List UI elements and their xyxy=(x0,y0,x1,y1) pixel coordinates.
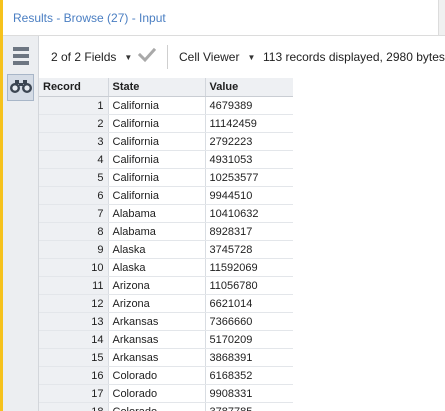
column-header-record[interactable]: Record xyxy=(39,78,109,97)
sidebar-browse-button[interactable] xyxy=(7,74,34,101)
column-header-value[interactable]: Value xyxy=(205,78,293,97)
state-cell[interactable]: California xyxy=(108,168,206,187)
record-cell[interactable]: 8 xyxy=(39,222,109,241)
value-cell[interactable]: 11592069 xyxy=(205,258,293,277)
state-cell[interactable]: Arkansas xyxy=(108,312,206,331)
chevron-down-icon: ▼ xyxy=(124,53,133,62)
table-row[interactable]: 6 California 9944510 xyxy=(39,186,293,205)
results-window-title-bar: Results - Browse (27) - Input xyxy=(3,0,445,36)
state-cell[interactable]: Alabama xyxy=(108,222,206,241)
column-header-state[interactable]: State xyxy=(108,78,206,97)
binoculars-icon xyxy=(9,78,33,97)
value-cell[interactable]: 5170209 xyxy=(205,330,293,349)
record-cell[interactable]: 17 xyxy=(39,384,109,403)
results-toolbar: 2 of 2 Fields ▼ Cell Viewer ▼ 113 records … xyxy=(39,36,445,79)
list-icon xyxy=(12,46,30,69)
state-cell[interactable]: Arizona xyxy=(108,276,206,295)
record-cell[interactable]: 16 xyxy=(39,366,109,385)
table-row[interactable]: 8 Alabama 8928317 xyxy=(39,222,293,241)
state-cell[interactable]: California xyxy=(108,150,206,169)
state-cell[interactable]: Alabama xyxy=(108,204,206,223)
checkmark-icon xyxy=(137,47,157,66)
table-row[interactable]: 12 Arizona 6621014 xyxy=(39,294,293,313)
record-cell[interactable]: 1 xyxy=(39,96,109,115)
value-cell[interactable]: 2792223 xyxy=(205,132,293,151)
value-cell[interactable]: 6168352 xyxy=(205,366,293,385)
value-cell[interactable]: 11142459 xyxy=(205,114,293,133)
table-header-row: Record State Value xyxy=(39,78,293,97)
record-cell[interactable]: 9 xyxy=(39,240,109,259)
table-row[interactable]: 1 California 4679389 xyxy=(39,96,293,115)
table-row[interactable]: 16 Colorado 6168352 xyxy=(39,366,293,385)
state-cell[interactable]: Colorado xyxy=(108,384,206,403)
sidebar-list-view-button[interactable] xyxy=(7,44,34,71)
table-row[interactable]: 11 Arizona 11056780 xyxy=(39,276,293,295)
window-title: Results - Browse (27) - Input xyxy=(13,11,166,25)
value-cell[interactable]: 6621014 xyxy=(205,294,293,313)
fields-dropdown-label: 2 of 2 Fields xyxy=(51,50,117,64)
records-status: 113 records displayed, 2980 bytes xyxy=(263,50,445,64)
table-row[interactable]: 7 Alabama 10410632 xyxy=(39,204,293,223)
record-cell[interactable]: 18 xyxy=(39,402,109,411)
table-row[interactable]: 15 Arkansas 3868391 xyxy=(39,348,293,367)
state-cell[interactable]: Alaska xyxy=(108,240,206,259)
results-table: Record State Value 1 California 4679389 2 Ca… xyxy=(39,78,293,411)
table-row[interactable]: 3 California 2792223 xyxy=(39,132,293,151)
record-cell[interactable]: 11 xyxy=(39,276,109,295)
results-grid: Record State Value 1 California 4679389 2 Ca… xyxy=(39,78,293,411)
table-row[interactable]: 5 California 10253577 xyxy=(39,168,293,187)
record-cell[interactable]: 12 xyxy=(39,294,109,313)
record-cell[interactable]: 4 xyxy=(39,150,109,169)
record-cell[interactable]: 3 xyxy=(39,132,109,151)
record-cell[interactable]: 2 xyxy=(39,114,109,133)
chevron-down-icon: ▼ xyxy=(247,53,256,62)
value-cell[interactable]: 9944510 xyxy=(205,186,293,205)
value-cell[interactable]: 8928317 xyxy=(205,222,293,241)
record-cell[interactable]: 6 xyxy=(39,186,109,205)
value-cell[interactable]: 11056780 xyxy=(205,276,293,295)
value-cell[interactable]: 3787785 xyxy=(205,402,293,411)
table-row[interactable]: 2 California 11142459 xyxy=(39,114,293,133)
table-row[interactable]: 4 California 4931053 xyxy=(39,150,293,169)
record-cell[interactable]: 10 xyxy=(39,258,109,277)
table-body: 1 California 4679389 2 California 11142459 3 Ca… xyxy=(39,96,293,411)
value-cell[interactable]: 10253577 xyxy=(205,168,293,187)
table-row[interactable]: 17 Colorado 9908331 xyxy=(39,384,293,403)
state-cell[interactable]: Arkansas xyxy=(108,348,206,367)
table-row[interactable]: 14 Arkansas 5170209 xyxy=(39,330,293,349)
state-cell[interactable]: Arkansas xyxy=(108,330,206,349)
value-cell[interactable]: 7366660 xyxy=(205,312,293,331)
state-cell[interactable]: California xyxy=(108,132,206,151)
toolbar-divider xyxy=(167,45,168,69)
fields-dropdown[interactable]: 2 of 2 Fields ▼ xyxy=(51,50,132,64)
results-empty-area xyxy=(293,78,445,411)
record-cell[interactable]: 15 xyxy=(39,348,109,367)
record-cell[interactable]: 14 xyxy=(39,330,109,349)
record-cell[interactable]: 5 xyxy=(39,168,109,187)
apply-button[interactable] xyxy=(137,47,157,66)
record-cell[interactable]: 7 xyxy=(39,204,109,223)
table-row[interactable]: 18Colorado3787785 xyxy=(39,402,293,411)
table-row[interactable]: 9 Alaska 3745728 xyxy=(39,240,293,259)
state-cell[interactable]: Arizona xyxy=(108,294,206,313)
state-cell[interactable]: California xyxy=(108,186,206,205)
record-cell[interactable]: 13 xyxy=(39,312,109,331)
table-row[interactable]: 13 Arkansas 7366660 xyxy=(39,312,293,331)
value-cell[interactable]: 4931053 xyxy=(205,150,293,169)
state-cell[interactable]: Alaska xyxy=(108,258,206,277)
value-cell[interactable]: 10410632 xyxy=(205,204,293,223)
cell-viewer-dropdown[interactable]: Cell Viewer ▼ xyxy=(179,50,255,64)
state-cell[interactable]: Colorado xyxy=(108,402,206,411)
state-cell[interactable]: California xyxy=(108,114,206,133)
value-cell[interactable]: 4679389 xyxy=(205,96,293,115)
cell-viewer-label: Cell Viewer xyxy=(179,50,240,64)
state-cell[interactable]: California xyxy=(108,96,206,115)
window-edge xyxy=(438,0,445,35)
value-cell[interactable]: 3745728 xyxy=(205,240,293,259)
table-row[interactable]: 10 Alaska 11592069 xyxy=(39,258,293,277)
results-sidebar xyxy=(3,36,39,411)
value-cell[interactable]: 9908331 xyxy=(205,384,293,403)
value-cell[interactable]: 3868391 xyxy=(205,348,293,367)
state-cell[interactable]: Colorado xyxy=(108,366,206,385)
